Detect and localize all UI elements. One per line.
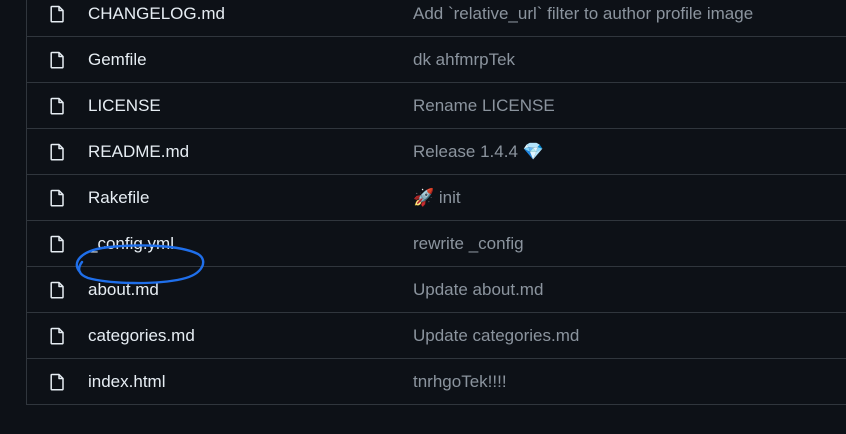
file-name-link[interactable]: categories.md [88,326,195,346]
file-name-link[interactable]: README.md [88,142,189,162]
commit-message-link[interactable]: 🚀 init [413,188,461,208]
file-row[interactable]: about.md Update about.md [27,267,846,313]
file-row[interactable]: LICENSE Rename LICENSE [27,83,846,129]
commit-message-link[interactable]: Add `relative_url` filter to author prof… [413,4,753,24]
file-icon [49,143,65,161]
file-name-link[interactable]: CHANGELOG.md [88,4,225,24]
file-list: CHANGELOG.md Add `relative_url` filter t… [26,0,846,405]
commit-message-link[interactable]: Update about.md [413,280,543,300]
commit-message-link[interactable]: tnrhgoTek!!!! [413,372,507,392]
file-name-link[interactable]: index.html [88,372,165,392]
file-name-link[interactable]: Rakefile [88,188,149,208]
commit-message-link[interactable]: Update categories.md [413,326,579,346]
commit-message-link[interactable]: dk ahfmrpTek [413,50,515,70]
file-icon [49,97,65,115]
file-icon [49,327,65,345]
file-row[interactable]: CHANGELOG.md Add `relative_url` filter t… [27,0,846,37]
file-row[interactable]: Gemfile dk ahfmrpTek [27,37,846,83]
file-icon [49,373,65,391]
file-name-link[interactable]: about.md [88,280,159,300]
file-icon [49,281,65,299]
file-row[interactable]: _config.yml rewrite _config [27,221,846,267]
file-icon [49,5,65,23]
file-name-link[interactable]: LICENSE [88,96,161,116]
file-row[interactable]: categories.md Update categories.md [27,313,846,359]
file-row[interactable]: Rakefile 🚀 init [27,175,846,221]
file-icon [49,51,65,69]
commit-message-link[interactable]: Release 1.4.4 💎 [413,142,544,162]
file-icon [49,189,65,207]
file-row[interactable]: README.md Release 1.4.4 💎 [27,129,846,175]
file-name-link[interactable]: Gemfile [88,50,147,70]
commit-message-link[interactable]: rewrite _config [413,234,524,254]
commit-message-link[interactable]: Rename LICENSE [413,96,555,116]
file-icon [49,235,65,253]
file-name-link[interactable]: _config.yml [88,234,174,254]
file-row[interactable]: index.html tnrhgoTek!!!! [27,359,846,405]
